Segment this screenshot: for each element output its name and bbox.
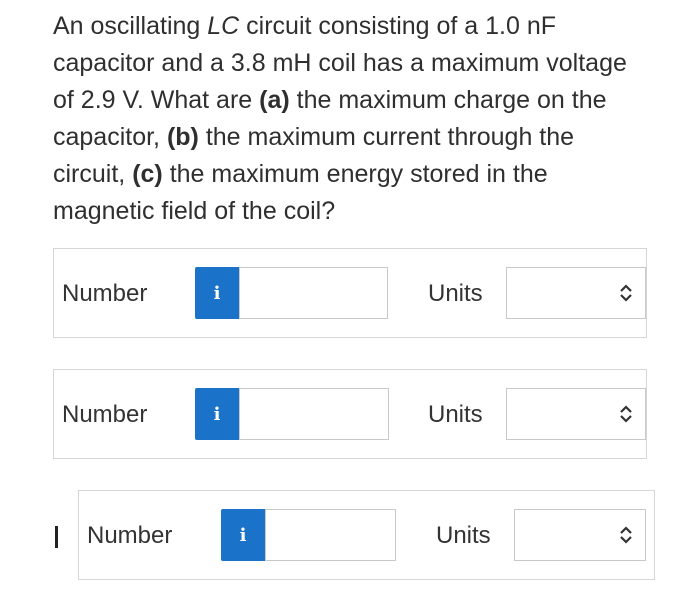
units-select[interactable] [514,509,646,561]
units-label: Units [428,401,483,428]
number-label: Number [62,401,148,428]
units-label: Units [428,280,483,307]
number-label: Number [87,522,173,549]
question-text: An oscillating LC circuit consisting of … [53,8,663,230]
units-label: Units [436,522,491,549]
lc-term: LC [207,12,240,40]
radio-edge-mark [55,526,58,548]
info-icon[interactable]: i [221,509,265,561]
number-input[interactable] [239,267,388,319]
question-line-2: capacitor and a 3.8 mH coil has a maximu… [53,49,627,77]
chevron-up-down-icon [620,405,632,423]
number-label: Number [62,280,148,307]
answer-row-c: Number i Units [78,490,655,580]
part-c-label: (c) [132,160,163,188]
number-input[interactable] [265,509,396,561]
question-line-1: An oscillating LC circuit consisting of … [53,12,557,40]
chevron-up-down-icon [620,284,632,302]
chevron-up-down-icon [620,526,632,544]
part-b-label: (b) [166,123,199,151]
question-line-4: capacitor, (b) the maximum current throu… [53,123,575,151]
question-line-5: circuit, (c) the maximum energy stored i… [53,160,548,188]
info-icon[interactable]: i [195,267,239,319]
part-a-label: (a) [259,86,290,114]
info-icon[interactable]: i [195,388,239,440]
units-select[interactable] [506,388,646,440]
units-select[interactable] [506,267,646,319]
answer-row-b: Number i Units [53,369,647,459]
question-line-3: of 2.9 V. What are (a) the maximum charg… [53,86,607,114]
number-input[interactable] [239,388,389,440]
answer-row-a: Number i Units [53,248,647,338]
question-line-6: magnetic field of the coil? [53,197,336,225]
